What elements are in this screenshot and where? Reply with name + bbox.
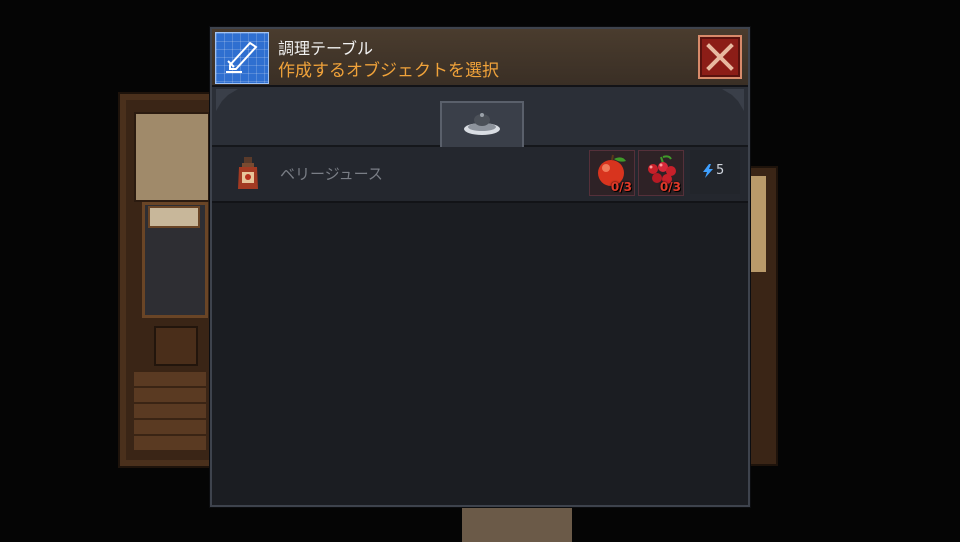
recipe-name: ベリージュース	[280, 165, 383, 183]
juice-bottle-icon	[238, 157, 258, 189]
ingredient-count: 0/3	[659, 180, 681, 194]
room-floor-tile	[134, 112, 210, 202]
recipe-row[interactable]: ベリージュース 0/3 0/3 5	[212, 147, 748, 203]
ingredient-slot: 0/3	[638, 150, 684, 196]
dialog-subtitle: 作成するオブジェクトを選択	[278, 61, 499, 81]
storage-chest	[154, 326, 198, 366]
corner-ornament-icon	[216, 89, 238, 111]
brick-floor	[134, 370, 206, 450]
ingredient-count: 0/3	[610, 180, 632, 194]
cooking-pot-icon	[464, 113, 500, 135]
ingredient-slot: 0/3	[589, 150, 635, 196]
crafting-dialog: 調理テーブル 作成するオブジェクトを選択 ベリージュース 0/3 0/3 5	[210, 27, 750, 507]
tab-cooking[interactable]	[440, 101, 524, 147]
energy-cost: 5	[690, 150, 740, 194]
recipe-list-empty-area	[212, 203, 748, 505]
close-x-icon	[706, 43, 734, 71]
left-room	[118, 92, 222, 468]
category-tab-bar	[212, 87, 748, 147]
blueprint-knife-icon	[215, 32, 269, 84]
energy-value: 5	[716, 163, 725, 178]
lightning-icon	[703, 164, 713, 178]
close-button[interactable]	[698, 35, 742, 79]
dialog-header: 調理テーブル 作成するオブジェクトを選択	[212, 29, 748, 87]
bed-pillow	[148, 206, 200, 228]
corner-ornament-icon	[722, 89, 744, 111]
